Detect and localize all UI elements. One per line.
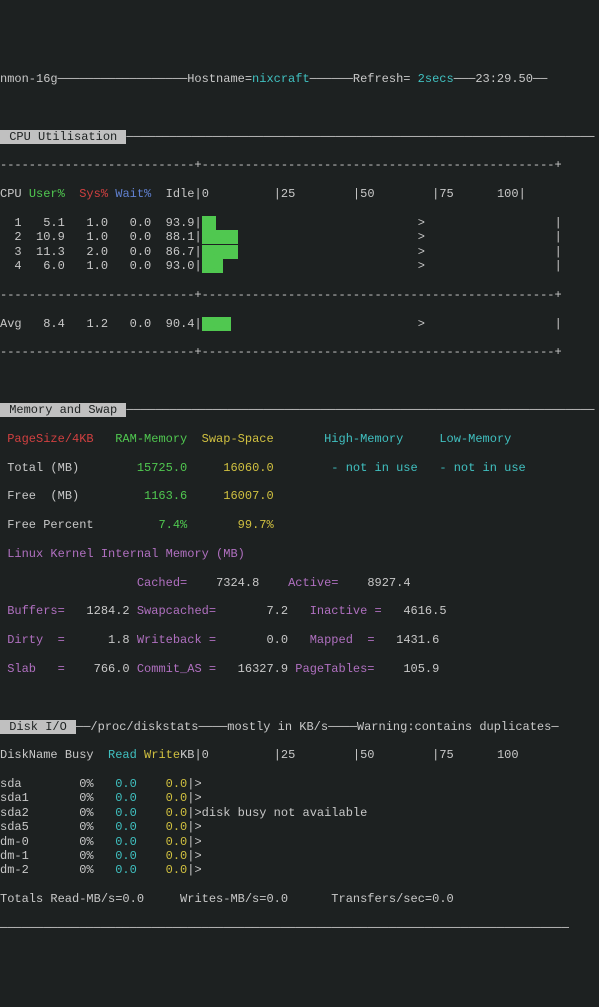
- cpu-section-title: CPU Utilisation: [0, 130, 126, 144]
- disk-row: sda1 0% 0.0 0.0|>: [0, 791, 599, 805]
- disk-row: dm-0 0% 0.0 0.0|>: [0, 835, 599, 849]
- mem-header: PageSize/4KB RAM-Memory Swap-Space High-…: [0, 432, 599, 446]
- clock: 23:29.50: [475, 72, 533, 86]
- mem-cached: Cached= 7324.8 Active= 8927.4: [0, 576, 599, 590]
- disk-row: sda2 0% 0.0 0.0|>disk busy not available: [0, 806, 599, 820]
- mem-slab: Slab = 766.0 Commit_AS = 16327.9 PageTab…: [0, 662, 599, 676]
- mem-buffers: Buffers= 1284.2 Swapcached= 7.2 Inactive…: [0, 604, 599, 618]
- disk-row: sda 0% 0.0 0.0|>: [0, 777, 599, 791]
- mem-section-title: Memory and Swap: [0, 403, 126, 417]
- cpu-bar: UUU: [202, 259, 224, 273]
- cpu-header-row: CPU User% Sys% Wait% Idle|0 |25 |50 |75 …: [0, 187, 599, 201]
- disk-row: sda5 0% 0.0 0.0|>: [0, 820, 599, 834]
- hostname: nixcraft: [252, 72, 310, 86]
- refresh-value: 2secs: [410, 72, 453, 86]
- mem-free: Free (MB) 1163.6 16007.0: [0, 489, 599, 503]
- cpu-row: 3 11.3 2.0 0.0 86.7|UUUUU > |: [0, 245, 599, 259]
- refresh-label: Refresh=: [353, 72, 411, 86]
- disk-row: dm-1 0% 0.0 0.0|>: [0, 849, 599, 863]
- kernel-mem-header: Linux Kernel Internal Memory (MB): [7, 547, 245, 561]
- cpu-avg-row: Avg 8.4 1.2 0.0 90.4|UUUU > |: [0, 317, 599, 331]
- prog-name: nmon-16g: [0, 72, 58, 86]
- hostname-label: Hostname=: [187, 72, 252, 86]
- cpu-bar: UUUUU: [202, 245, 238, 259]
- mem-total: Total (MB) 15725.0 16060.0 - not in use …: [0, 461, 599, 475]
- mem-freepct: Free Percent 7.4% 99.7%: [0, 518, 599, 532]
- cpu-bar: UU: [202, 216, 216, 230]
- cpu-bar: UUUUU: [202, 230, 238, 244]
- cpu-row: 4 6.0 1.0 0.0 93.0|UUU > |: [0, 259, 599, 273]
- disk-row: dm-2 0% 0.0 0.0|>: [0, 863, 599, 877]
- disk-totals: Totals Read-MB/s=0.0 Writes-MB/s=0.0 Tra…: [0, 892, 599, 906]
- disk-busy-msg: disk busy not available: [202, 806, 368, 820]
- cpu-row: 1 5.1 1.0 0.0 93.9|UU > |: [0, 216, 599, 230]
- mem-dirty: Dirty = 1.8 Writeback = 0.0 Mapped = 143…: [0, 633, 599, 647]
- disk-section-title: Disk I/O: [0, 720, 76, 734]
- disk-header-row: DiskName Busy Read WriteKB|0 |25 |50 |75…: [0, 748, 599, 762]
- header-line: nmon-16g──────────────────Hostname=nixcr…: [0, 72, 599, 86]
- cpu-row: 2 10.9 1.0 0.0 88.1|UUUUU > |: [0, 230, 599, 244]
